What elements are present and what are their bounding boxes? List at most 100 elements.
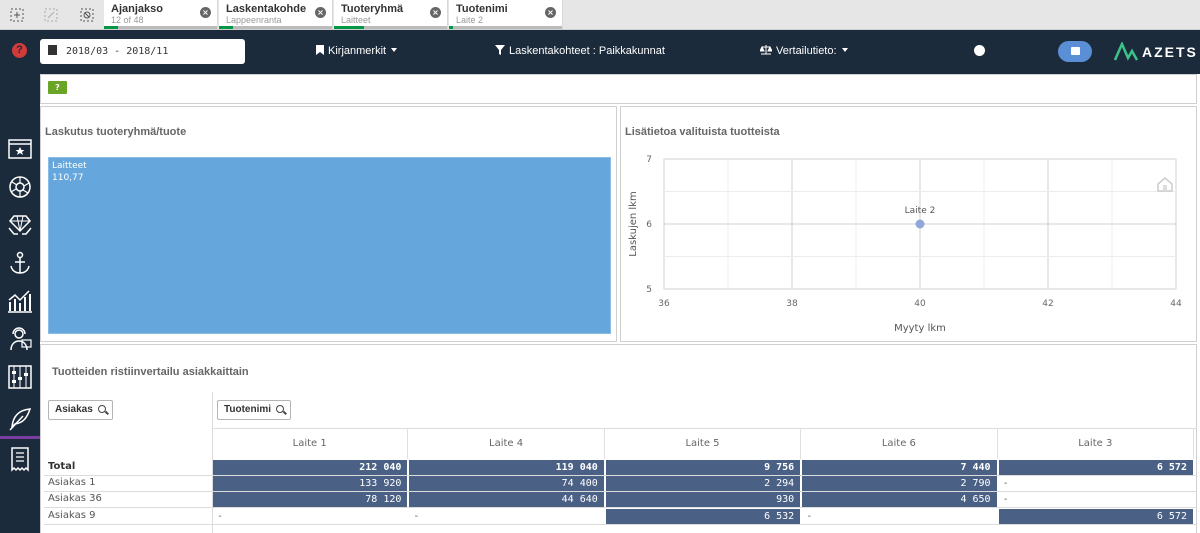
globe-icon[interactable]	[974, 45, 985, 56]
row-label[interactable]: Asiakas 9	[48, 510, 95, 521]
scatter-point[interactable]	[915, 219, 925, 229]
column-header[interactable]: Laite 5	[605, 429, 802, 459]
sheet-area: ? Laskutus tuoteryhmä/tuote Laitteet 110…	[40, 74, 1200, 533]
table-cell[interactable]: 119 040	[409, 460, 604, 475]
table-cell[interactable]: 6 572	[998, 509, 1193, 524]
note-bar: ?	[40, 74, 1197, 104]
filter-menu[interactable]: Laskentakohteet : Paikkakunnat	[495, 45, 665, 57]
y-tick-label: 5	[646, 285, 652, 295]
smart-search-icon[interactable]	[8, 7, 26, 23]
abacus-icon[interactable]	[7, 364, 33, 390]
x-tick-label: 36	[658, 299, 670, 309]
azets-logo: AZETS	[1114, 41, 1198, 63]
search-icon	[276, 405, 285, 413]
bookmarks-menu[interactable]: Kirjanmerkit	[316, 45, 398, 57]
x-axis-label: Myyty lkm	[894, 323, 946, 334]
step-back-icon[interactable]	[42, 7, 60, 23]
treemap-title: Laskutus tuoteryhmä/tuote	[45, 126, 187, 138]
treemap-cell-value: 110,77	[52, 173, 84, 183]
scatter-ticks: 36 38 40 42 44 5 6 7	[646, 155, 1182, 309]
row-label[interactable]: Asiakas 36	[48, 493, 102, 504]
selection-state-bar	[104, 26, 217, 29]
sheet-sidebar	[0, 74, 40, 533]
date-range-picker[interactable]: 2018/03 - 2018/11	[40, 39, 245, 64]
pivot-table-title: Tuotteiden ristiinvertailu asiakkaittain	[52, 366, 249, 378]
table-cell[interactable]: 7 440	[802, 460, 997, 475]
table-cell[interactable]: 2 294	[605, 476, 801, 491]
close-icon[interactable]: ×	[315, 7, 326, 18]
column-header[interactable]: Laite 6	[801, 429, 998, 459]
table-cell[interactable]: 2 790	[802, 476, 997, 491]
aperture-icon[interactable]	[7, 174, 33, 200]
row-divider	[44, 524, 1197, 525]
table-cell[interactable]: 44 640	[409, 492, 604, 507]
close-icon[interactable]: ×	[200, 7, 211, 18]
table-cell[interactable]: -	[409, 509, 604, 524]
selection-state-bar	[449, 26, 562, 29]
y-axis-label: Laskujen lkm	[628, 191, 639, 257]
feather-icon[interactable]	[7, 406, 33, 432]
scatter-chart: 36 38 40 42 44 5 6 7 Laite 2 Myyty lkm Laskujen…	[628, 155, 1182, 334]
row-divider	[44, 507, 1197, 508]
anchor-icon[interactable]	[7, 250, 33, 276]
active-sheet-indicator	[0, 436, 40, 439]
dashboard-star-icon[interactable]	[7, 136, 33, 162]
table-cell[interactable]: -	[213, 509, 408, 524]
home-icon[interactable]	[1157, 177, 1173, 192]
selection-state-bar	[334, 26, 447, 29]
close-icon[interactable]: ×	[545, 7, 556, 18]
logo-text: AZETS	[1142, 44, 1198, 60]
bookmarks-label: Kirjanmerkit	[328, 45, 387, 57]
selection-chip-laskentakohde[interactable]: Laskentakohde Lappeenranta ×	[219, 0, 333, 29]
calendar-icon	[48, 45, 57, 55]
x-tick-label: 38	[786, 299, 798, 309]
table-cell[interactable]: 78 120	[213, 492, 408, 507]
calendar-toggle-button[interactable]	[1058, 41, 1092, 62]
treemap-cell-label: Laitteet	[52, 161, 87, 171]
y-tick-label: 6	[646, 220, 652, 230]
table-cell[interactable]: 6 532	[605, 509, 801, 524]
column-header[interactable]: Laite 4	[408, 429, 605, 459]
table-cell[interactable]: 133 920	[213, 476, 408, 491]
dimension-label: Asiakas	[55, 404, 93, 415]
row-label[interactable]: Asiakas 1	[48, 477, 95, 488]
table-cell[interactable]: 74 400	[409, 476, 604, 491]
calendar-icon	[1071, 47, 1080, 55]
info-button[interactable]: ?	[48, 81, 67, 94]
table-cell[interactable]: 930	[605, 492, 801, 507]
help-icon[interactable]: ?	[12, 43, 27, 58]
table-cell[interactable]: -	[998, 476, 1193, 491]
diamond-hands-icon[interactable]	[7, 212, 33, 238]
scale-icon	[759, 45, 773, 57]
treemap-cell-laitteet[interactable]: Laitteet 110,77	[48, 157, 611, 334]
table-cell[interactable]: -	[998, 492, 1193, 507]
table-cell[interactable]: 212 040	[213, 460, 408, 475]
customer-service-icon[interactable]	[7, 326, 33, 352]
x-tick-label: 44	[1170, 299, 1182, 309]
compare-menu[interactable]: Vertailutieto:	[759, 45, 848, 57]
table-cell[interactable]: 9 756	[605, 460, 801, 475]
chevron-down-icon	[841, 48, 848, 52]
table-cell[interactable]: -	[802, 509, 997, 524]
compare-label: Vertailutieto:	[776, 45, 837, 57]
tuotenimi-dimension-button[interactable]: Tuotenimi	[217, 400, 292, 420]
point-label: Laite 2	[905, 206, 936, 216]
invoice-icon[interactable]	[7, 446, 33, 472]
selection-chip-tuoteryhma[interactable]: Tuoteryhmä Laitteet ×	[334, 0, 448, 29]
treemap-panel: Laskutus tuoteryhmä/tuote Laitteet 110,7…	[40, 106, 617, 342]
filter-icon	[495, 45, 505, 57]
trend-chart-icon[interactable]	[7, 288, 33, 314]
column-header[interactable]: Laite 1	[212, 429, 409, 459]
dimension-label: Tuotenimi	[224, 404, 272, 415]
close-icon[interactable]: ×	[430, 7, 441, 18]
selection-chip-tuotenimi[interactable]: Tuotenimi Laite 2 ×	[449, 0, 563, 29]
clear-selections-icon[interactable]	[78, 7, 96, 23]
selection-chip-ajanjakso[interactable]: Ajanjakso 12 of 48 ×	[104, 0, 218, 29]
column-header[interactable]: Laite 3	[998, 429, 1194, 459]
table-cell[interactable]: 4 650	[802, 492, 997, 507]
search-icon	[97, 405, 106, 413]
table-cell[interactable]: 6 572	[998, 460, 1193, 475]
asiakas-dimension-button[interactable]: Asiakas	[48, 400, 113, 420]
row-label[interactable]: Total	[48, 461, 75, 472]
filter-label: Laskentakohteet : Paikkakunnat	[509, 45, 665, 57]
